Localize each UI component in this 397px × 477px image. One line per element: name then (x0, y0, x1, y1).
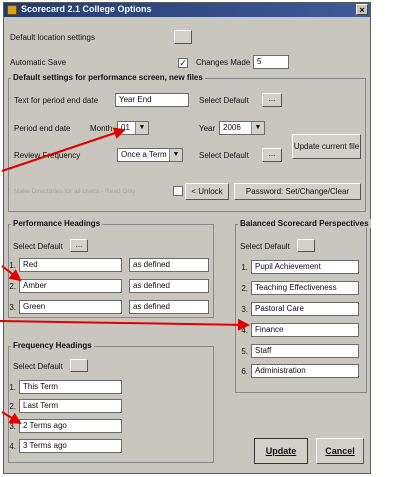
period-end-label: Period end date (14, 124, 71, 133)
perspective-field[interactable]: Finance (251, 323, 359, 337)
review-default-button[interactable]: ... (262, 148, 282, 162)
select-default-label-2: Select Default (199, 151, 249, 160)
update-button[interactable]: Update (254, 438, 308, 464)
frequency-name-field[interactable]: This Term (19, 380, 122, 394)
title-bar[interactable]: Scorecard 2.1 College Options × (4, 3, 370, 17)
perspective-field[interactable]: Pastoral Care (251, 302, 359, 316)
default-location-button[interactable] (174, 30, 192, 44)
review-frequency-select[interactable]: Once a Term ▼ (117, 148, 183, 162)
perspective-row-number: 1. (241, 263, 248, 272)
chevron-down-icon[interactable]: ▼ (169, 149, 182, 161)
password-button[interactable]: Password: Set/Change/Clear (234, 183, 361, 200)
frequency-row-number: 1. (9, 383, 16, 392)
select-default-label-1: Select Default (199, 96, 249, 105)
changes-made-field[interactable]: 5 (253, 55, 289, 69)
perspective-field[interactable]: Staff (251, 344, 359, 358)
perspective-row-number: 4. (241, 326, 248, 335)
perspective-field[interactable]: Teaching Effectiveness (251, 281, 359, 295)
frequency-default-button[interactable] (70, 359, 88, 372)
close-button[interactable]: × (356, 4, 368, 15)
perspectives-group-title: Balanced Scorecard Perspectives (238, 219, 371, 228)
perspectives-default-button[interactable] (297, 239, 315, 252)
performance-group-title: Performance Headings (11, 219, 103, 228)
perspective-row-number: 5. (241, 347, 248, 356)
perspective-row-number: 3. (241, 305, 248, 314)
frequency-name-field[interactable]: 3 Terms ago (19, 439, 122, 453)
performance-row-number: 3. (9, 303, 16, 312)
year-label: Year (199, 124, 216, 133)
frequency-name-field[interactable]: 2 Terms ago (19, 419, 122, 433)
performance-name-field[interactable]: Green (19, 300, 122, 314)
options-dialog: Scorecard 2.1 College Options × Default … (3, 2, 371, 474)
year-select[interactable]: 2006 ▼ (219, 121, 265, 135)
period-text-label: Text for period end date (14, 96, 99, 105)
performance-desc-field[interactable]: as defined (129, 300, 209, 314)
perspectives-select-default-label: Select Default (240, 242, 290, 251)
make-directories-label: Make Directories for all Users - Read On… (14, 188, 136, 195)
performance-name-field[interactable]: Amber (19, 279, 122, 293)
performance-select-default-label: Select Default (13, 242, 63, 251)
frequency-row-number: 4. (9, 442, 16, 451)
make-directories-checkbox[interactable] (173, 186, 183, 196)
perspective-row-number: 2. (241, 284, 248, 293)
default-location-label: Default location settings (10, 33, 95, 42)
update-current-file-button[interactable]: Update current file (292, 134, 361, 159)
automatic-save-label: Automatic Save (10, 58, 67, 67)
review-frequency-label: Review Frequency (14, 151, 81, 160)
review-frequency-value: Once a Term (121, 150, 167, 159)
performance-name-field[interactable]: Red (19, 258, 122, 272)
year-value: 2006 (223, 123, 241, 132)
perspective-field[interactable]: Administration (251, 364, 359, 378)
perspective-row-number: 6. (241, 367, 248, 376)
unlock-button[interactable]: < Unlock (185, 183, 229, 200)
cancel-button[interactable]: Cancel (316, 438, 364, 464)
period-text-field[interactable]: Year End (115, 93, 189, 107)
performance-desc-field[interactable]: as defined (129, 258, 209, 272)
month-label: Month (90, 124, 113, 133)
period-text-default-button[interactable]: ... (262, 93, 282, 107)
automatic-save-checkbox[interactable]: ✓ (178, 58, 188, 68)
perspective-field[interactable]: Pupil Achievement (251, 260, 359, 274)
frequency-select-default-label: Select Default (13, 362, 63, 371)
frequency-row-number: 2. (9, 402, 16, 411)
defaults-group-title: Default settings for performance screen,… (11, 73, 205, 82)
frequency-group-title: Frequency Headings (11, 341, 94, 350)
window-title: Scorecard 2.1 College Options (21, 4, 152, 14)
app-icon (7, 5, 17, 15)
chevron-down-icon[interactable]: ▼ (251, 122, 264, 134)
changes-made-label: Changes Made (196, 58, 251, 67)
frequency-row-number: 3. (9, 422, 16, 431)
performance-row-number: 1. (9, 261, 16, 270)
performance-default-button[interactable]: ... (70, 239, 88, 252)
frequency-name-field[interactable]: Last Term (19, 399, 122, 413)
month-select[interactable]: 01 ▼ (117, 121, 149, 135)
performance-desc-field[interactable]: as defined (129, 279, 209, 293)
chevron-down-icon[interactable]: ▼ (135, 122, 148, 134)
performance-row-number: 2. (9, 282, 16, 291)
month-value: 01 (121, 123, 130, 132)
